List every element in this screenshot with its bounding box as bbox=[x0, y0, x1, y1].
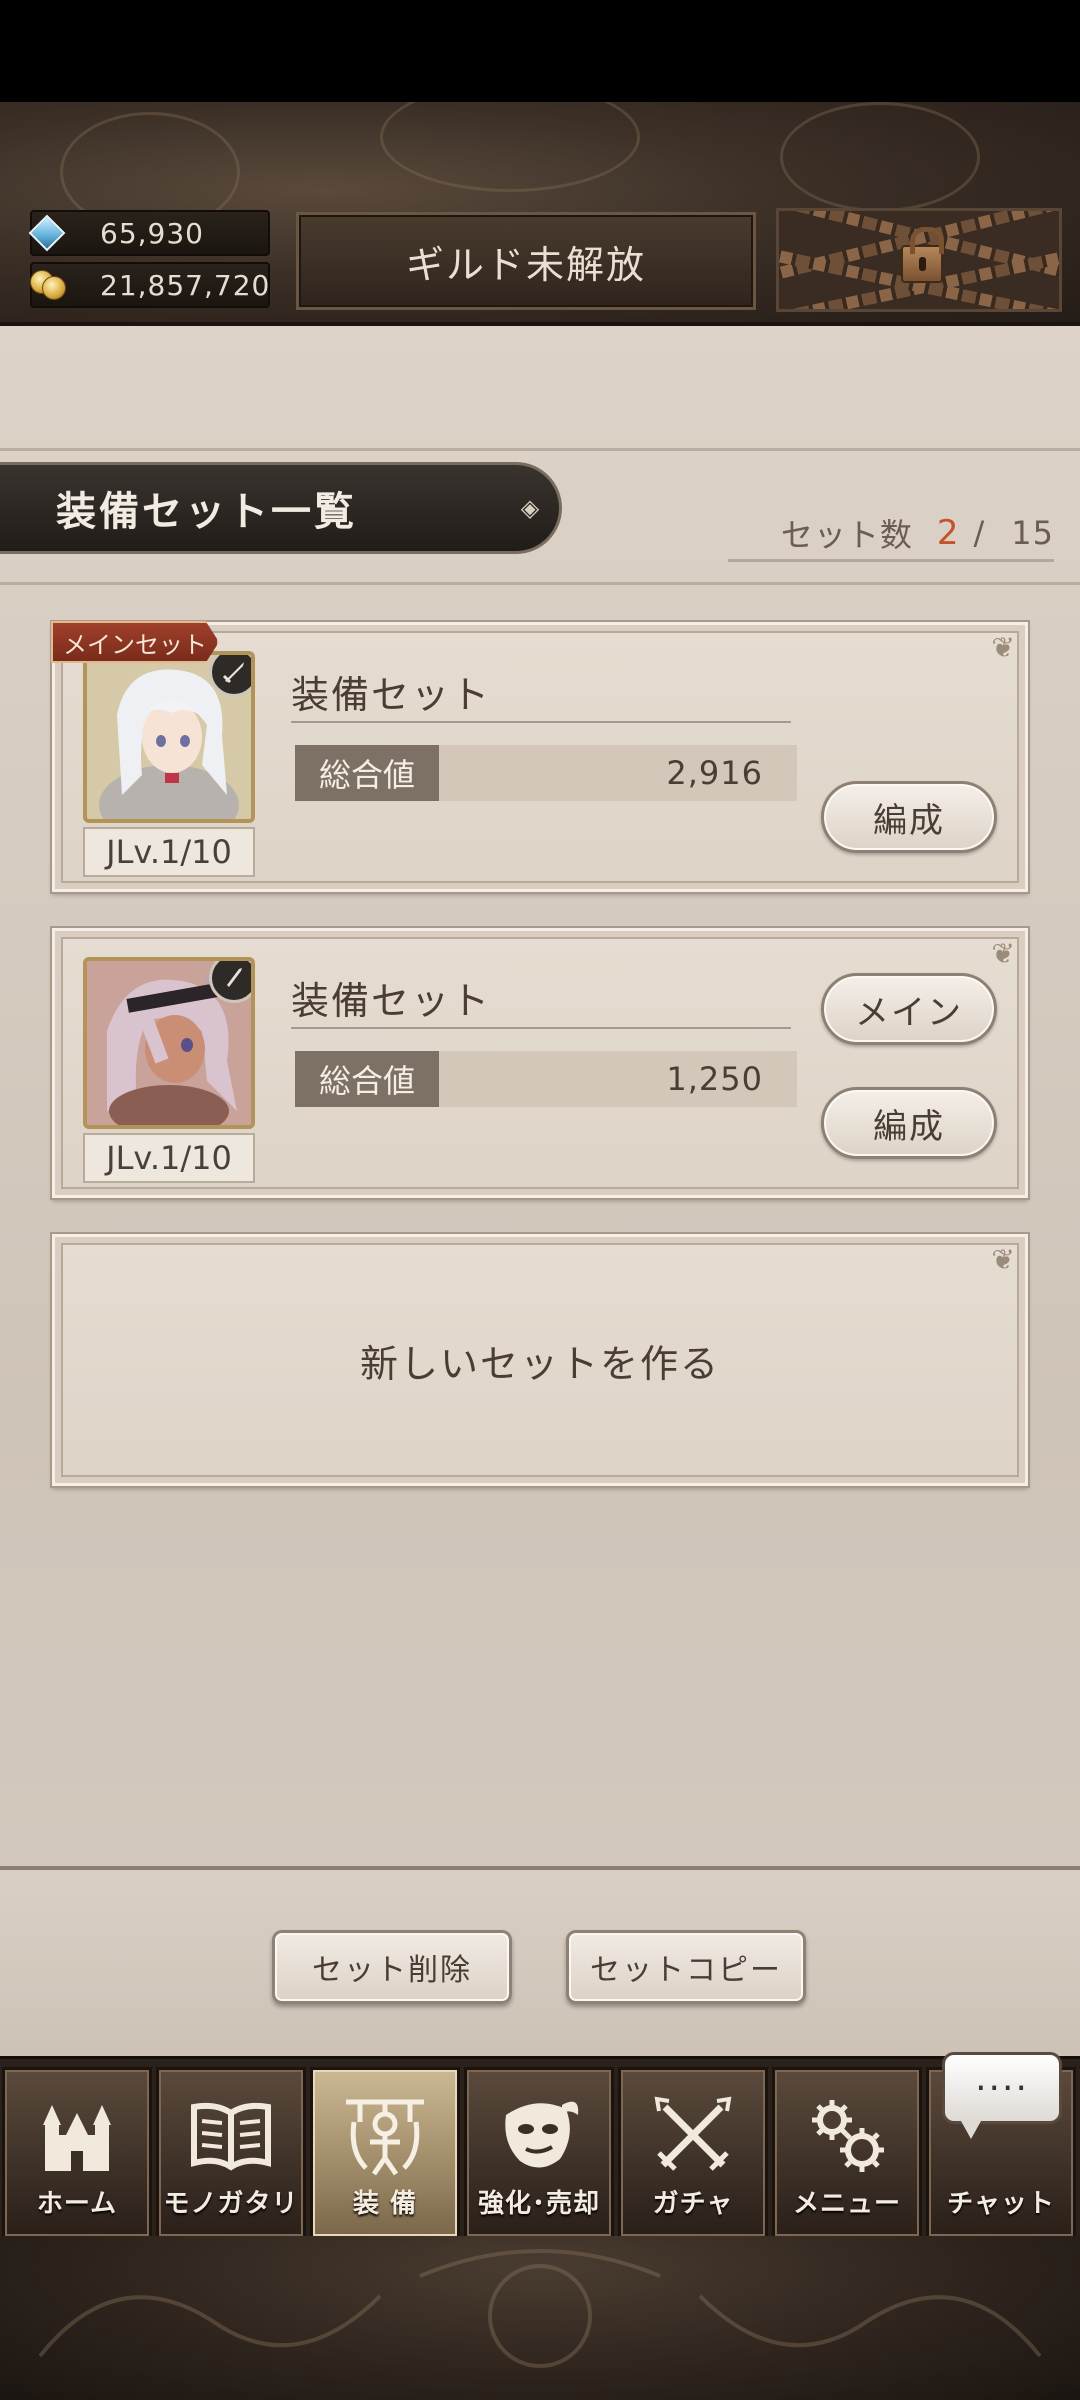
diamond-ornament-icon: ◈ bbox=[520, 494, 540, 522]
nav-label: ガチャ bbox=[652, 2189, 734, 2219]
dagger-icon bbox=[209, 961, 251, 1003]
new-set-label: 新しいセットを作る bbox=[359, 1341, 720, 1386]
divider bbox=[0, 448, 1080, 451]
nav-label: 装 備 bbox=[352, 2189, 418, 2219]
nav-label: ホーム bbox=[36, 2189, 118, 2219]
total-stat-label: 総合値 bbox=[295, 745, 439, 801]
status-bar bbox=[0, 0, 1080, 102]
gold-value: 21,857,720 bbox=[100, 268, 271, 302]
set-count: セット数 2 / 15 bbox=[728, 506, 1054, 562]
job-level: JLv.1/10 bbox=[83, 1133, 255, 1183]
total-stat-value: 1,250 bbox=[666, 1060, 763, 1098]
coin-icon bbox=[30, 268, 70, 302]
action-bar: セット削除 セットコピー bbox=[0, 1866, 1080, 2056]
nav-home[interactable]: ホーム bbox=[2, 2067, 152, 2239]
nav-label: メニュー bbox=[792, 2189, 901, 2219]
gears-icon bbox=[775, 2090, 919, 2180]
nav-equipment[interactable]: 装 備 bbox=[310, 2067, 460, 2239]
set-count-label: セット数 bbox=[780, 515, 913, 554]
header-ornament bbox=[380, 102, 640, 192]
footer-ornament bbox=[0, 2236, 1080, 2400]
guild-button[interactable]: ギルド未解放 bbox=[296, 212, 756, 310]
header-ornament bbox=[780, 102, 980, 212]
gem-counter: 65,930 bbox=[28, 210, 270, 256]
mask-icon bbox=[467, 2090, 611, 2180]
sword-icon bbox=[209, 655, 251, 697]
nav-menu[interactable]: メニュー bbox=[772, 2067, 922, 2239]
set-count-separator: / bbox=[973, 513, 986, 552]
set-main-button[interactable]: メイン bbox=[821, 973, 997, 1045]
equipment-set-card[interactable]: ❦ JLv.1/10 装備セット 総合値 1,250 メイン 編成 bbox=[50, 926, 1030, 1200]
set-name: 装備セット bbox=[291, 661, 791, 723]
divider bbox=[0, 582, 1080, 585]
avatar bbox=[83, 957, 255, 1129]
edit-button[interactable]: 編成 bbox=[821, 1087, 997, 1159]
gem-icon bbox=[28, 214, 66, 252]
nav-story[interactable]: モノガタリ bbox=[156, 2067, 306, 2239]
main-set-tag: メインセット bbox=[51, 621, 219, 663]
page-title: 装備セット一覧 bbox=[56, 489, 357, 535]
total-stat-bar: 総合値 1,250 bbox=[295, 1051, 797, 1107]
avatar bbox=[83, 651, 255, 823]
book-icon bbox=[159, 2090, 303, 2180]
nav-label: チャット bbox=[947, 2189, 1055, 2219]
bottom-navigation: ホーム モノガタリ 装 備 強化･売却 ガチャ メニュー チャット bbox=[0, 2056, 1080, 2239]
nav-enhance-sell[interactable]: 強化･売却 bbox=[464, 2067, 614, 2239]
set-name: 装備セット bbox=[291, 967, 791, 1029]
total-stat-bar: 総合値 2,916 bbox=[295, 745, 797, 801]
total-stat-label: 総合値 bbox=[295, 1051, 439, 1107]
corner-ornament-icon: ❦ bbox=[991, 631, 1015, 664]
castle-icon bbox=[5, 2090, 149, 2180]
corner-ornament-icon: ❦ bbox=[991, 937, 1015, 970]
total-stat-value: 2,916 bbox=[666, 754, 763, 792]
gold-counter: 21,857,720 bbox=[30, 262, 270, 308]
copy-set-button[interactable]: セットコピー bbox=[566, 1930, 806, 2004]
padlock-icon bbox=[901, 227, 944, 283]
delete-set-button[interactable]: セット削除 bbox=[272, 1930, 512, 2004]
crossed-swords-icon bbox=[621, 2090, 765, 2180]
nav-label: 強化･売却 bbox=[477, 2189, 600, 2219]
job-level: JLv.1/10 bbox=[83, 827, 255, 877]
equipment-set-card[interactable]: ❦ JLv.1/10 メインセット 装備セット 総合値 2,916 編成 bbox=[50, 620, 1030, 894]
set-count-current: 2 bbox=[936, 512, 960, 553]
locked-feature-panel[interactable] bbox=[776, 208, 1062, 312]
section-title-banner: 装備セット一覧 ◈ bbox=[0, 462, 562, 554]
chat-icon[interactable]: ···· bbox=[942, 2052, 1062, 2139]
set-count-max: 15 bbox=[1011, 513, 1054, 552]
new-set-card[interactable]: ❦ 新しいセットを作る bbox=[50, 1232, 1030, 1488]
character-portrait: JLv.1/10 bbox=[83, 651, 255, 877]
nav-gacha[interactable]: ガチャ bbox=[618, 2067, 768, 2239]
edit-button[interactable]: 編成 bbox=[821, 781, 997, 853]
equipment-icon bbox=[313, 2090, 457, 2180]
character-portrait: JLv.1/10 bbox=[83, 957, 255, 1183]
header: 65,930 21,857,720 ギルド未解放 bbox=[0, 102, 1080, 326]
nav-label: モノガタリ bbox=[163, 2189, 299, 2219]
gem-value: 65,930 bbox=[100, 216, 204, 250]
